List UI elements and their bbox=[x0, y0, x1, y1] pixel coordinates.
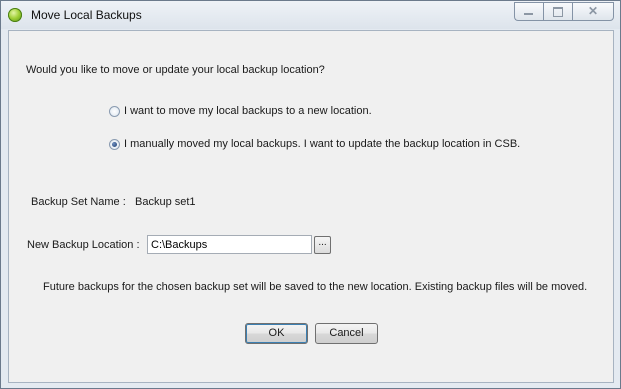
cancel-button[interactable]: Cancel bbox=[315, 323, 378, 344]
move-backups-radio[interactable] bbox=[109, 105, 120, 117]
app-logo-icon bbox=[8, 8, 22, 22]
window-controls: ✕ bbox=[514, 2, 614, 21]
option-move-label: I want to move my local backups to a new… bbox=[124, 105, 372, 117]
window-title: Move Local Backups bbox=[31, 8, 142, 22]
maximize-icon bbox=[553, 7, 563, 17]
close-icon: ✕ bbox=[587, 4, 599, 18]
prompt-text: Would you like to move or update your lo… bbox=[26, 64, 325, 76]
option-move-backups[interactable]: I want to move my local backups to a new… bbox=[109, 105, 372, 117]
ok-button[interactable]: OK bbox=[245, 323, 308, 344]
backup-set-name-value: Backup set1 bbox=[135, 196, 196, 208]
option-update-label: I manually moved my local backups. I wan… bbox=[124, 138, 521, 150]
move-local-backups-window: Move Local Backups ✕ Would you like to m… bbox=[0, 0, 621, 389]
maximize-button[interactable] bbox=[543, 2, 572, 21]
info-text: Future backups for the chosen backup set… bbox=[43, 281, 588, 293]
browse-button[interactable]: ... bbox=[314, 236, 331, 254]
title-bar[interactable]: Move Local Backups ✕ bbox=[1, 1, 620, 29]
minimize-button[interactable] bbox=[514, 2, 543, 21]
option-update-location[interactable]: I manually moved my local backups. I wan… bbox=[109, 138, 520, 150]
new-location-label: New Backup Location : bbox=[27, 239, 140, 251]
minimize-icon bbox=[524, 13, 533, 15]
dialog-content: Would you like to move or update your lo… bbox=[8, 30, 614, 383]
backup-set-name-label: Backup Set Name : bbox=[31, 196, 126, 208]
update-location-radio[interactable] bbox=[109, 138, 120, 150]
new-location-input[interactable] bbox=[147, 235, 312, 254]
close-button[interactable]: ✕ bbox=[572, 2, 614, 21]
